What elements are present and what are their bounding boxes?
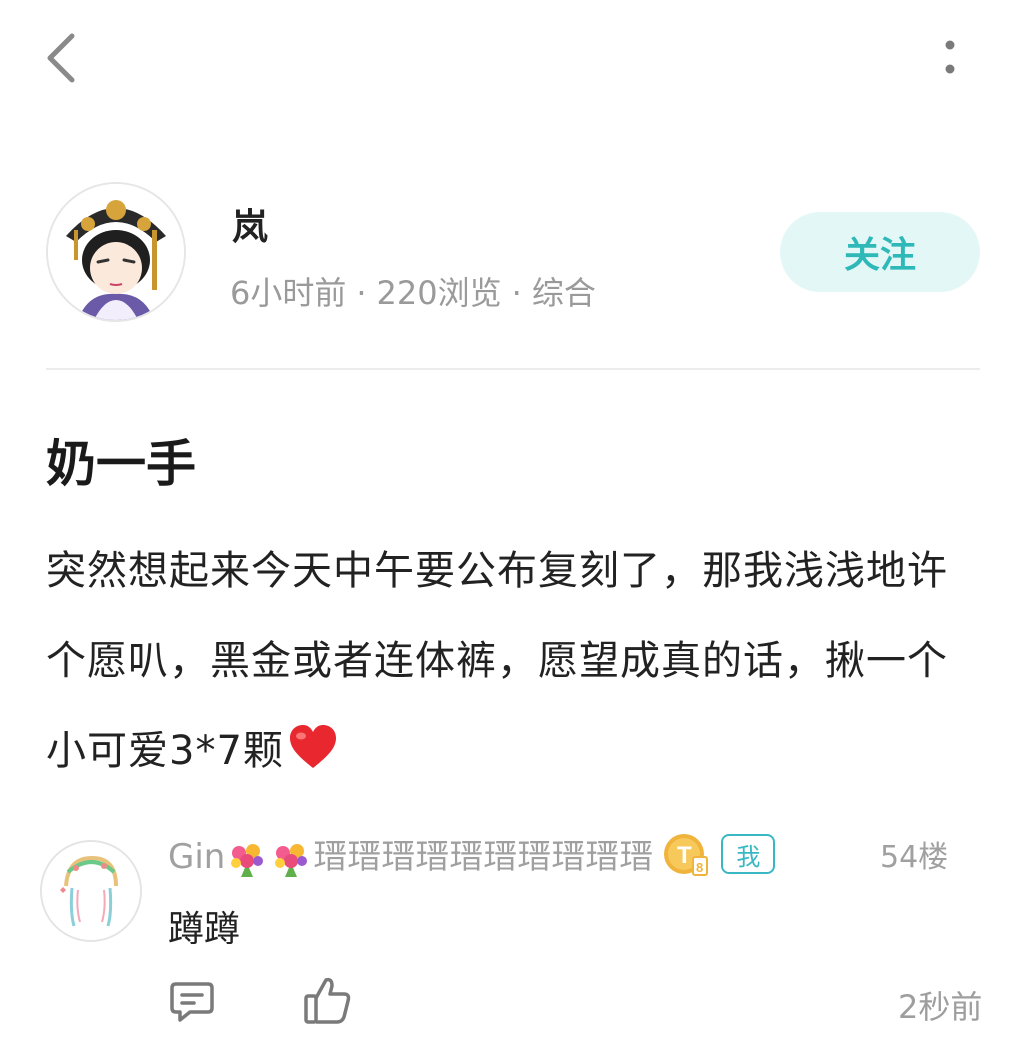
level-badge-number: 8 <box>696 860 703 875</box>
meta-separator: · <box>511 274 522 312</box>
commenter-name[interactable]: Gin 瑨瑨瑨瑨瑨瑨瑨瑨瑨瑨 <box>168 829 653 879</box>
vertical-ellipsis-icon <box>945 40 955 74</box>
post-body-text: 突然想起来今天中午要公布复刻了，那我浅浅地许个愿叭，黑金或者连体裤，愿望成真的话… <box>46 548 948 774</box>
level-badge-letter: T <box>677 842 692 869</box>
divider <box>46 368 980 370</box>
commenter-name-prefix: Gin <box>168 837 226 878</box>
meta-separator: · <box>356 274 367 312</box>
commenter-name-suffix: 瑨瑨瑨瑨瑨瑨瑨瑨瑨瑨 <box>313 837 654 878</box>
comment-header: Gin 瑨瑨瑨瑨瑨瑨瑨瑨瑨瑨 T 8 我 <box>168 828 776 880</box>
back-button[interactable] <box>38 28 86 88</box>
level-badge-icon: T 8 <box>664 834 709 876</box>
thumbs-up-icon <box>304 977 351 1024</box>
comment-time: 2秒前 <box>898 988 983 1026</box>
post-title: 奶一手 <box>46 435 196 493</box>
follow-button[interactable]: 关注 <box>780 212 980 292</box>
reply-button[interactable] <box>168 978 216 1026</box>
more-options-button[interactable] <box>928 34 972 82</box>
post-meta: 6小时前 · 220浏览 · 综合 <box>230 268 596 314</box>
post-time: 6小时前 <box>230 274 347 312</box>
bouquet-icon <box>275 843 308 877</box>
bouquet-icon <box>231 843 264 877</box>
post-category[interactable]: 综合 <box>532 274 596 312</box>
like-button[interactable] <box>302 974 354 1026</box>
commenter-avatar[interactable] <box>40 840 142 942</box>
comment-bubble-icon <box>170 982 214 1022</box>
post-body: 突然想起来今天中午要公布复刻了，那我浅浅地许个愿叭，黑金或者连体裤，愿望成真的话… <box>46 526 981 796</box>
me-badge: 我 <box>721 834 776 874</box>
chevron-left-icon <box>47 33 75 83</box>
author-name[interactable]: 岚 <box>232 198 268 250</box>
author-avatar[interactable] <box>46 182 186 322</box>
post-views: 220浏览 <box>376 274 502 312</box>
floor-label: 54楼 <box>880 840 949 875</box>
red-heart-icon <box>289 725 336 768</box>
comment-text: 蹲蹲 <box>168 909 241 950</box>
